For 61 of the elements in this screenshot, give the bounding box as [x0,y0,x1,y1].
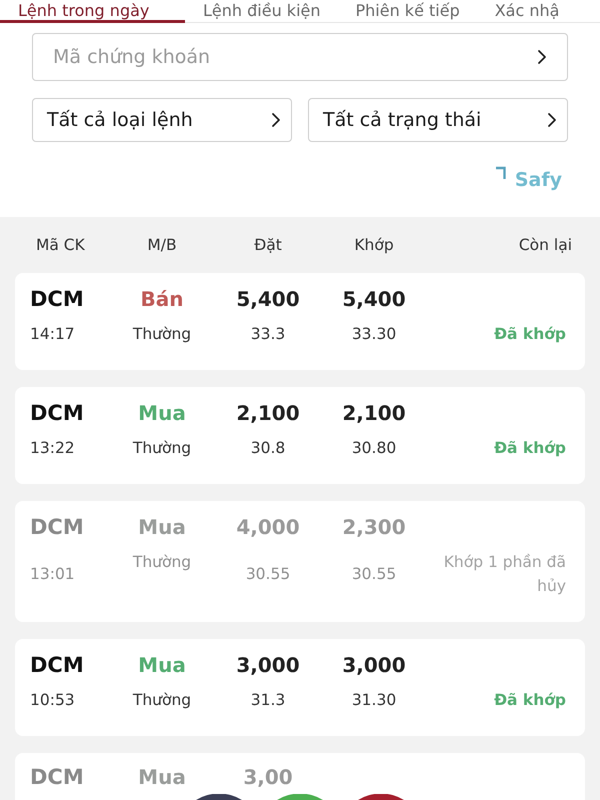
filter-dropdown[interactable]: Tất cả trạng thái [308,98,568,142]
order-price: 30.55 [244,565,292,583]
order-time: 14:17 [30,325,76,343]
order-status: Đã khớp [494,438,566,459]
order-price: 31.3 [250,691,286,709]
corner-hook-icon [494,166,507,180]
stock-symbol: DCM [30,401,85,425]
column-header: M/B [146,236,178,254]
chevron-right-icon [547,112,557,128]
order-card[interactable]: DCM Bán 5,400 5,400 14:17 Thường 33.3 33.30 Đã khớp [15,273,585,370]
order-type: Thường [132,324,192,345]
order-quantity: 3,00 [242,765,294,789]
column-header: Khớp [353,236,395,254]
matched-quantity: 2,300 [341,515,407,539]
order-quantity: 3,000 [235,653,301,677]
stock-symbol: DCM [30,653,85,677]
order-quantity: 4,000 [235,515,301,539]
order-side: Mua [137,401,187,425]
order-side: Bán [140,287,184,311]
stock-symbol: DCM [30,515,85,539]
brand-name: Safy [514,169,562,191]
order-time: 10:53 [30,691,76,709]
column-header: Đặt [253,236,283,254]
order-price: 30.8 [250,439,286,457]
tab[interactable]: Phiên kế tiếp [338,0,477,23]
stock-symbol: DCM [30,287,85,311]
order-card[interactable]: DCM Mua 3,000 3,000 10:53 Thường 31.3 31.30 Đã khớp [15,639,585,736]
order-card[interactable]: DCM Mua 2,100 2,100 13:22 Thường 30.8 30.80 Đã khớp [15,387,585,484]
order-time: 13:01 [30,565,76,583]
filter-dropdown[interactable]: Tất cả loại lệnh [32,98,292,142]
matched-price: 30.80 [350,439,398,457]
column-header: Còn lại [518,236,572,254]
matched-quantity: 5,400 [341,287,407,311]
order-status: Khớp 1 phần đã hủy [442,552,566,597]
stock-symbol: DCM [30,765,85,789]
order-price: 33.3 [250,325,286,343]
matched-price: 30.55 [350,565,398,583]
round-button-icon[interactable] [358,794,404,800]
tab[interactable]: Xác nhậ [476,0,560,23]
tab[interactable]: Lệnh trong ngày [0,0,185,23]
matched-quantity: 2,100 [341,401,407,425]
order-type: Thường [132,690,192,711]
order-type: Thường [132,552,192,573]
matched-price: 31.30 [350,691,398,709]
order-quantity: 5,400 [235,287,301,311]
chevron-right-icon [537,49,547,65]
order-time: 13:22 [30,439,76,457]
order-type: Thường [132,438,192,459]
round-button-icon[interactable] [196,794,242,800]
order-status: Đã khớp [494,324,566,345]
matched-price: 33.30 [350,325,398,343]
symbol-search-field[interactable]: Mã chứng khoán [32,33,568,81]
order-side: Mua [137,765,187,789]
chevron-right-icon [271,112,281,128]
tab[interactable]: Lệnh điều kiện [185,0,338,23]
order-side: Mua [137,653,187,677]
order-quantity: 2,100 [235,401,301,425]
matched-quantity: 3,000 [341,653,407,677]
order-side: Mua [137,515,187,539]
column-header: Mã CK [35,236,86,254]
order-status: Đã khớp [494,690,566,711]
